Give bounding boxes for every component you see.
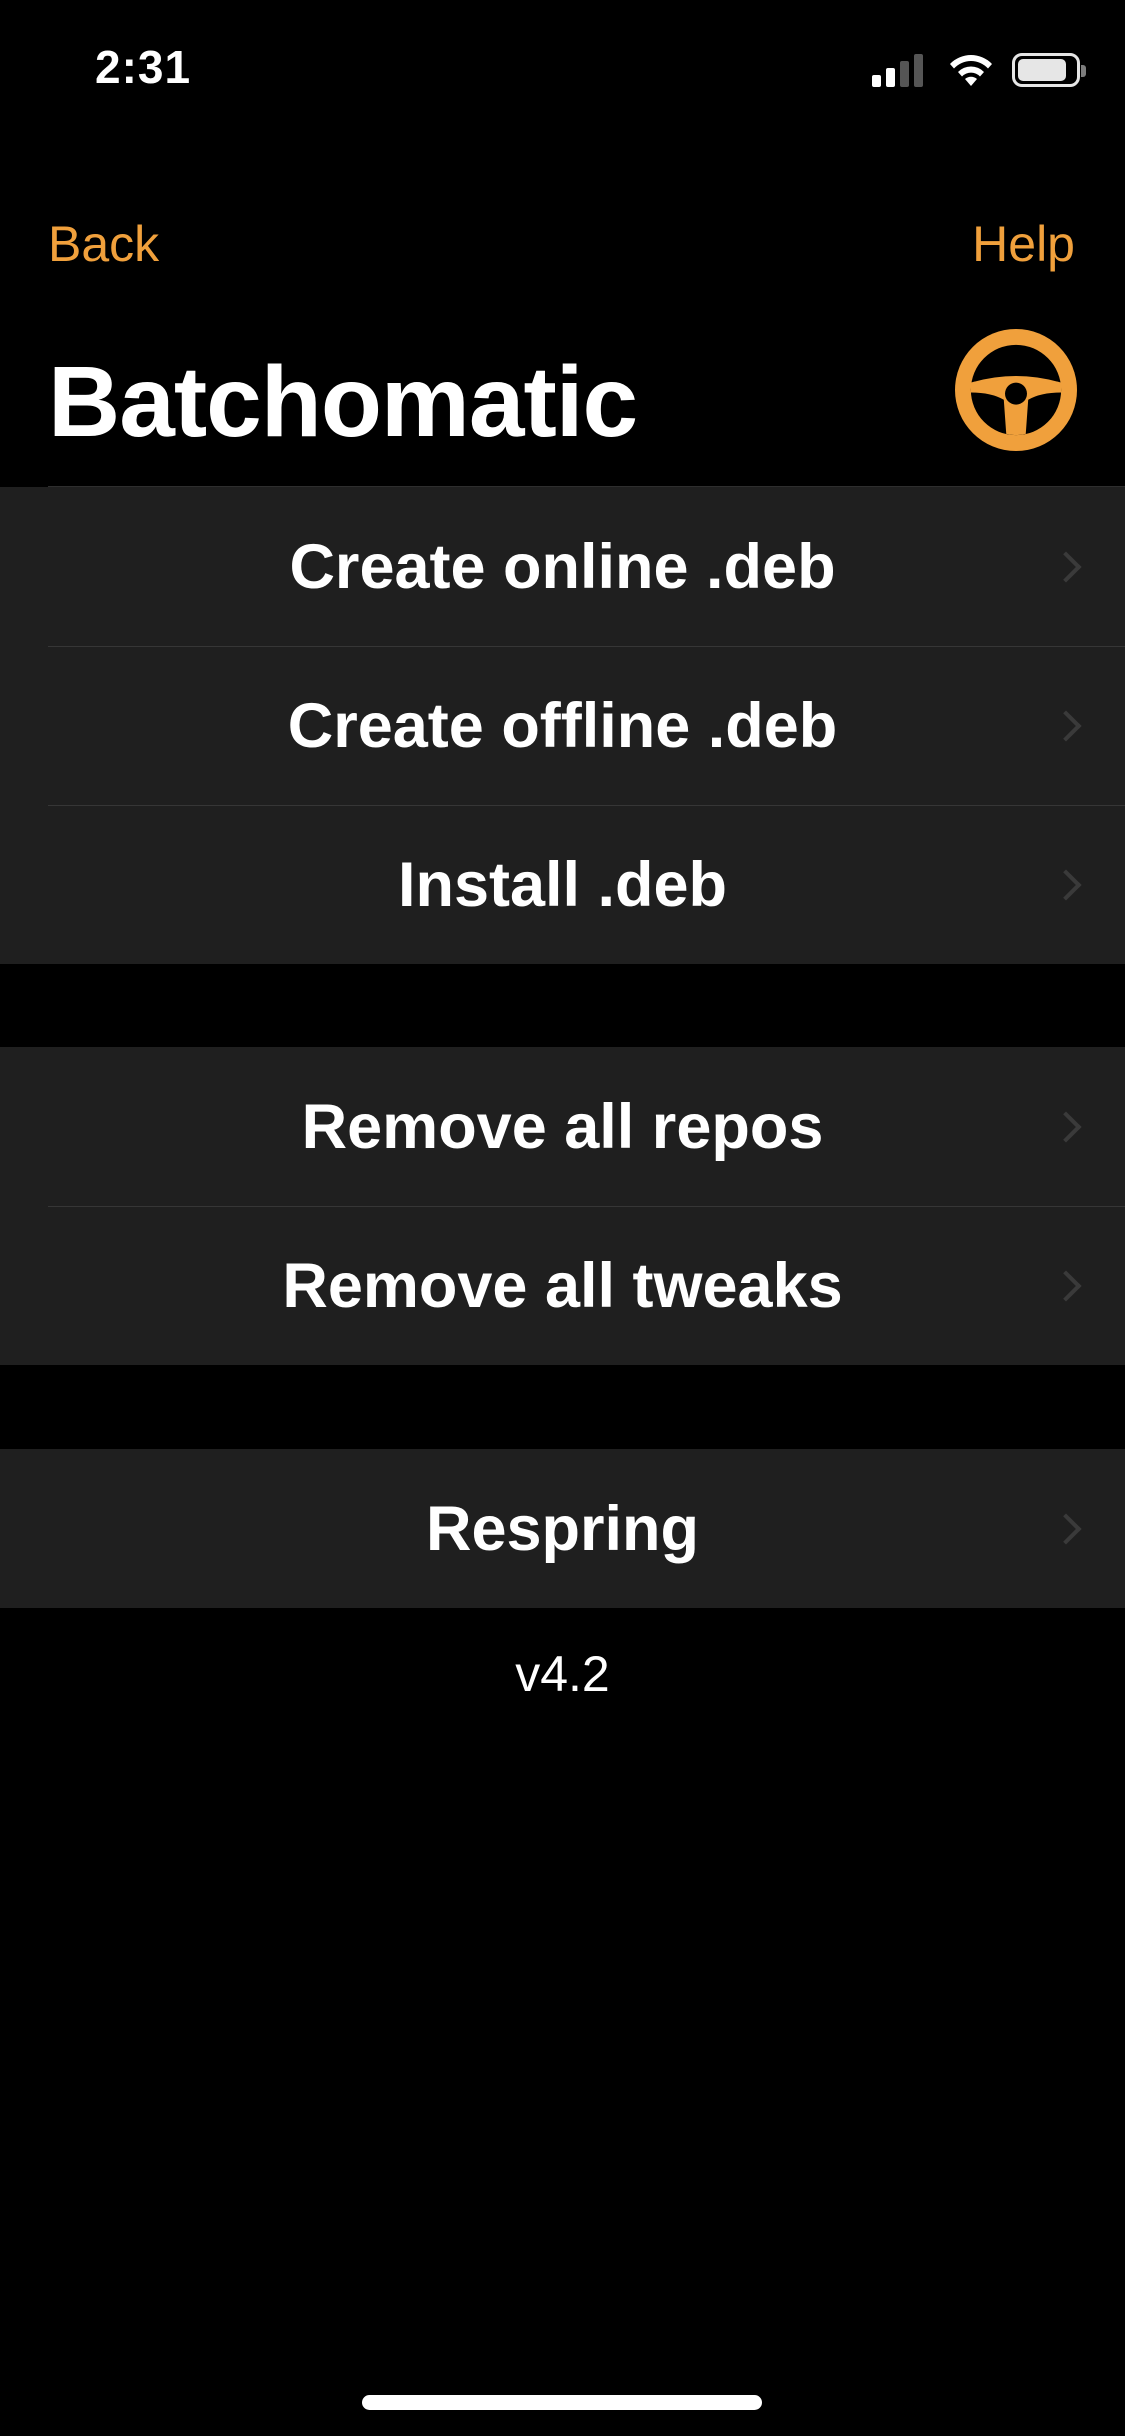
- cell-label: Remove all repos: [301, 1091, 824, 1162]
- chevron-right-icon: [1050, 1110, 1082, 1143]
- steering-wheel-icon: [955, 329, 1077, 451]
- battery-level-fill: [1018, 59, 1066, 81]
- cell-label: Create online .deb: [289, 531, 836, 602]
- page-title: Batchomatic: [48, 346, 638, 458]
- remove-all-tweaks-cell[interactable]: Remove all tweaks: [0, 1206, 1125, 1365]
- help-button[interactable]: Help: [972, 215, 1075, 273]
- deb-actions-group: Create online .deb Create offline .deb I…: [0, 486, 1125, 964]
- battery-icon: [1012, 53, 1086, 87]
- status-bar: 2:31: [0, 0, 1125, 140]
- chevron-right-icon: [1050, 868, 1082, 901]
- cell-label: Create offline .deb: [287, 690, 838, 761]
- remove-actions-group: Remove all repos Remove all tweaks: [0, 1047, 1125, 1365]
- cellular-signal-icon: [872, 53, 928, 87]
- chevron-right-icon: [1050, 709, 1082, 742]
- cell-label: Remove all tweaks: [282, 1250, 843, 1321]
- chevron-right-icon: [1050, 550, 1082, 583]
- install-deb-cell[interactable]: Install .deb: [0, 805, 1125, 964]
- cell-label: Install .deb: [397, 849, 728, 920]
- version-label: v4.2: [515, 1646, 610, 1702]
- respring-cell[interactable]: Respring: [0, 1449, 1125, 1608]
- chevron-right-icon: [1050, 1269, 1082, 1302]
- status-icons: [872, 50, 1086, 90]
- home-indicator[interactable]: [362, 2395, 762, 2410]
- cell-label: Respring: [425, 1493, 700, 1564]
- wifi-icon: [950, 55, 992, 86]
- back-button[interactable]: Back: [48, 215, 159, 273]
- create-offline-deb-cell[interactable]: Create offline .deb: [0, 646, 1125, 805]
- create-online-deb-cell[interactable]: Create online .deb: [0, 487, 1125, 646]
- status-time: 2:31: [95, 41, 192, 93]
- chevron-right-icon: [1050, 1512, 1082, 1545]
- remove-all-repos-cell[interactable]: Remove all repos: [0, 1047, 1125, 1206]
- respring-group: Respring: [0, 1449, 1125, 1608]
